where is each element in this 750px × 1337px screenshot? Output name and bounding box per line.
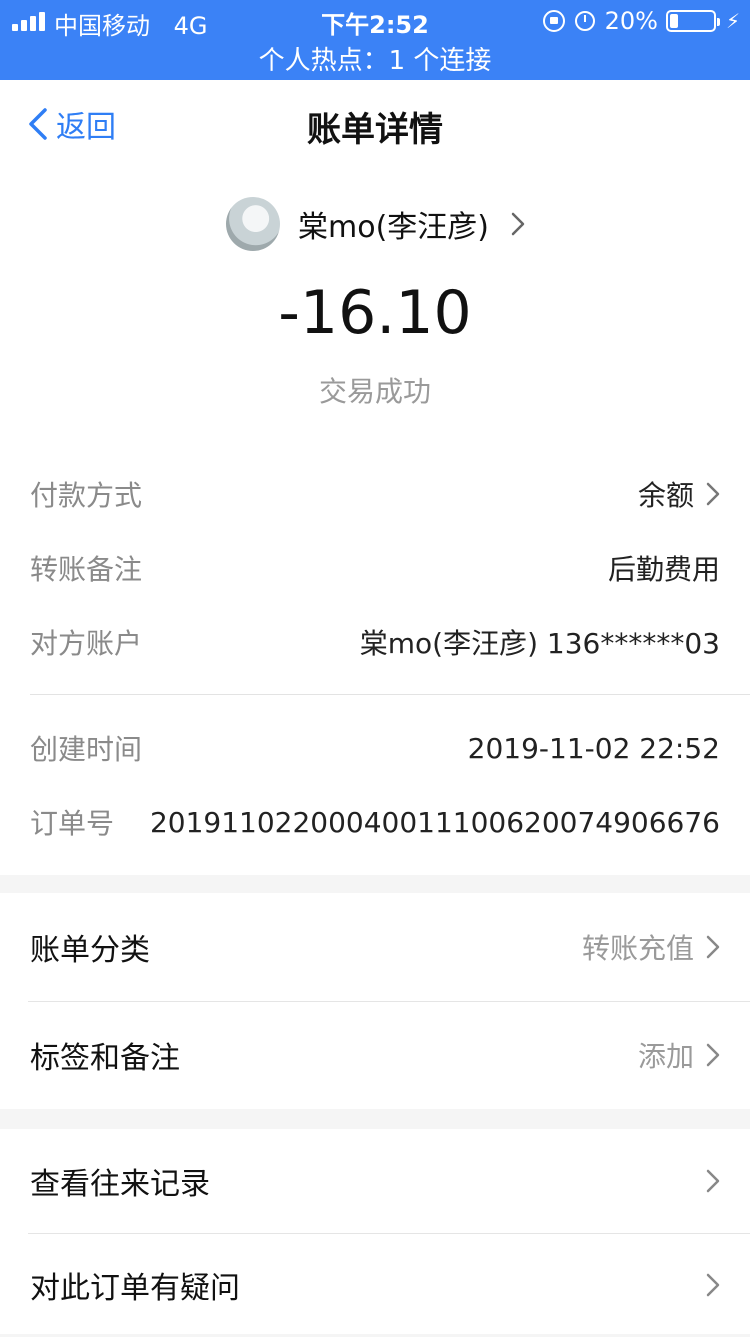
chevron-right-icon <box>706 1273 720 1297</box>
alarm-icon <box>574 11 595 31</box>
menu-label: 对此订单有疑问 <box>30 1271 240 1306</box>
detail-label: 创建时间 <box>30 733 143 766</box>
menu-value <box>694 1273 720 1297</box>
detail-row-payment-method[interactable]: 付款方式 余额 <box>30 472 720 516</box>
detail-label: 转账备注 <box>30 553 143 586</box>
chevron-right-icon <box>706 1169 720 1193</box>
detail-label: 订单号 <box>30 807 115 840</box>
payee-name: 棠mo(李汪彦) <box>298 210 489 245</box>
support-section: 查看往来记录 对此订单有疑问 <box>0 1129 750 1334</box>
detail-value-text: 余额 <box>637 479 694 512</box>
menu-value-text: 转账充值 <box>581 932 694 965</box>
menu-row-history[interactable]: 查看往来记录 <box>30 1129 720 1233</box>
menu-label: 账单分类 <box>30 933 150 968</box>
menu-value <box>694 1169 720 1193</box>
menu-row-dispute[interactable]: 对此订单有疑问 <box>30 1233 720 1337</box>
menu-value-text: 添加 <box>637 1040 694 1073</box>
menu-row-category[interactable]: 账单分类 转账充值 <box>30 893 720 1001</box>
detail-value: 余额 <box>638 474 720 514</box>
menu-label: 查看往来记录 <box>30 1167 210 1202</box>
amount: -16.10 <box>278 278 472 348</box>
divider <box>30 694 750 695</box>
detail-row-order-number: 订单号 20191102200040011100620074906676 <box>30 800 720 844</box>
status-bar: 中国移动 4G 下午2:52 20% ⚡︎ 个人热点：1 个连接 <box>0 0 750 80</box>
charging-icon: ⚡︎ <box>725 9 740 33</box>
bill-summary: 棠mo(李汪彦) -16.10 交易成功 付款方式 余额 转账备注 后勤费用 对… <box>0 170 750 875</box>
detail-row-counterparty: 对方账户 棠mo(李汪彦) 136******03 <box>30 620 720 664</box>
menu-value: 添加 <box>638 1035 720 1075</box>
battery-icon <box>665 10 720 32</box>
detail-row-created-time: 创建时间 2019-11-02 22:52 <box>30 726 720 770</box>
detail-label: 付款方式 <box>30 479 143 512</box>
bill-options-section: 账单分类 转账充值 标签和备注 添加 <box>0 893 750 1109</box>
menu-row-tags[interactable]: 标签和备注 添加 <box>30 1001 720 1109</box>
detail-value: 20191102200040011100620074906676 <box>149 805 720 839</box>
chevron-right-icon <box>511 212 525 236</box>
detail-row-memo: 转账备注 后勤费用 <box>30 546 720 590</box>
detail-label: 对方账户 <box>30 627 143 660</box>
avatar <box>226 197 280 251</box>
transaction-status: 交易成功 <box>318 375 431 408</box>
page-title: 账单详情 <box>307 110 443 150</box>
battery-percent: 20% <box>604 7 658 35</box>
hotspot-banner[interactable]: 个人热点：1 个连接 <box>0 40 750 78</box>
menu-label: 标签和备注 <box>30 1041 180 1076</box>
detail-value: 棠mo(李汪彦) 136******03 <box>359 627 720 660</box>
status-row: 中国移动 4G 下午2:52 20% ⚡︎ <box>0 0 750 40</box>
menu-value: 转账充值 <box>582 927 720 967</box>
rotation-lock-icon <box>542 10 565 32</box>
chevron-right-icon <box>706 935 720 959</box>
detail-value: 2019-11-02 22:52 <box>467 731 720 765</box>
nav-bar: 返回 账单详情 <box>0 80 750 170</box>
payee-link[interactable]: 棠mo(李汪彦) <box>226 196 525 252</box>
chevron-right-icon <box>706 1043 720 1067</box>
battery-fill <box>669 14 678 28</box>
status-right: 20% ⚡︎ <box>542 6 740 36</box>
detail-value: 后勤费用 <box>607 553 720 586</box>
chevron-right-icon <box>706 482 720 506</box>
